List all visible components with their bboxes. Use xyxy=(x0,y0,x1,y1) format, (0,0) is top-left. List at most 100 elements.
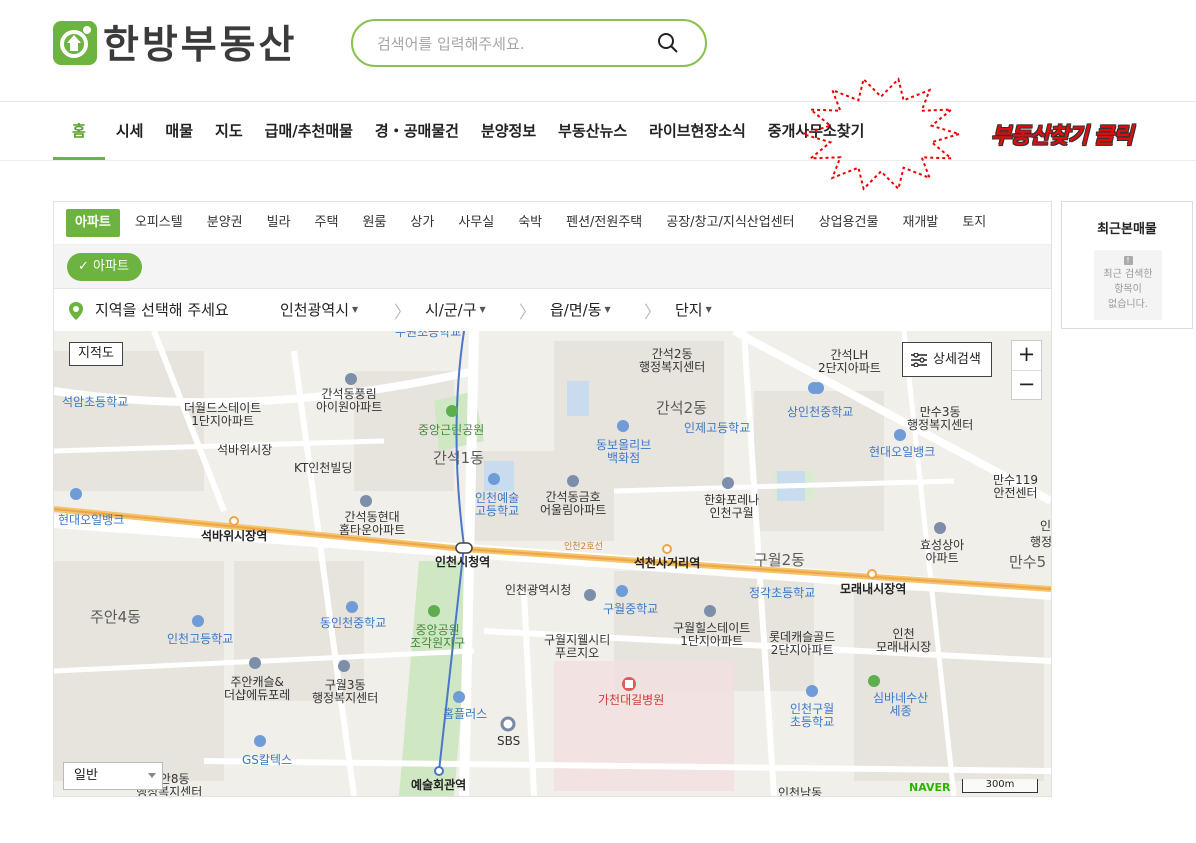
cadastral-map-button[interactable]: 지적도 xyxy=(69,342,123,366)
map-label[interactable]: 간석동현대 홈타운아파트 xyxy=(339,511,405,537)
nav-item[interactable]: 경・공매물건 xyxy=(364,102,470,160)
category-tab[interactable]: 토지 xyxy=(950,209,998,237)
region-select-complex[interactable]: 단지 ▼ xyxy=(675,299,712,320)
map-label[interactable]: 인천구월 초등학교 xyxy=(790,703,834,729)
map-label[interactable]: 롯데캐슬골드 2단지아파트 xyxy=(769,631,835,657)
nav-item[interactable]: 분양정보 xyxy=(470,102,547,160)
nav-item[interactable]: 급매/추천매물 xyxy=(254,102,364,160)
map-label[interactable]: KT인천빌딩 xyxy=(294,462,352,475)
location-pin-icon xyxy=(69,302,83,320)
check-icon: ✓ xyxy=(78,259,94,274)
map-label[interactable]: 인천시청역 xyxy=(435,556,490,569)
map-scale: 300m xyxy=(962,779,1038,793)
map-label[interactable]: 주안캐슬& 더샵에듀포레 xyxy=(224,676,290,702)
category-tab[interactable]: 펜션/전원주택 xyxy=(554,209,654,237)
category-tab[interactable]: 오피스텔 xyxy=(123,209,195,237)
map-label[interactable]: 더월드스테이트 1단지아파트 xyxy=(184,402,261,428)
logo-icon[interactable] xyxy=(53,21,97,65)
map-label: 만수5 xyxy=(1009,553,1047,571)
category-tab[interactable]: 빌라 xyxy=(255,209,303,237)
detail-search-button[interactable]: 상세검색 xyxy=(902,342,992,377)
search-box[interactable] xyxy=(351,19,707,67)
nav-item[interactable]: 시세 xyxy=(105,102,155,160)
map-label[interactable]: 인천고등학교 xyxy=(167,633,233,646)
map-label[interactable]: 석바위시장역 xyxy=(201,530,267,543)
map-label[interactable]: 수원초등학교 xyxy=(395,331,461,339)
map-label[interactable]: 효성상아 아파트 xyxy=(920,539,964,565)
map-label[interactable]: 인천예술 고등학교 xyxy=(475,492,519,518)
dropdown-caret-icon xyxy=(148,773,156,778)
map-label[interactable]: 홈플러스 xyxy=(443,708,487,721)
map-label[interactable]: 중앙공원 조각원지구 xyxy=(410,624,465,650)
map-label[interactable]: 중앙근린공원 xyxy=(418,424,484,437)
main-nav: 홈 시세 매물 지도 급매/추천매물 경・공매물건 분양정보 부동산뉴스 라이브현장소식 중개사무… xyxy=(53,102,875,160)
nav-item[interactable]: 홈 xyxy=(53,102,105,160)
filter-chip-apartment[interactable]: ✓ 아파트 xyxy=(67,253,142,281)
search-icon[interactable] xyxy=(657,32,679,58)
naver-logo: NAVER xyxy=(909,781,951,794)
map-label[interactable]: 인제고등학교 xyxy=(684,422,750,435)
category-tab[interactable]: 아파트 xyxy=(66,209,120,237)
map-label[interactable]: 구월중학교 xyxy=(603,603,658,616)
map-label[interactable]: 간석동금호 어울림아파트 xyxy=(540,491,606,517)
map-view[interactable]: 간석2동 행정복지센터 간석LH 2단지아파트 석암초등학교 간석동풍림 아이원… xyxy=(54,331,1051,796)
category-tab[interactable]: 공장/창고/지식산업센터 xyxy=(654,209,806,237)
map-label[interactable]: GS칼텍스 xyxy=(242,754,292,767)
nav-divider xyxy=(0,160,1196,161)
category-tab[interactable]: 상가 xyxy=(398,209,446,237)
map-label[interactable]: 만수119 안전센터 xyxy=(993,474,1038,500)
chevron-right-icon: 〉 xyxy=(519,303,536,323)
zoom-in-button[interactable]: + xyxy=(1012,341,1041,371)
map-label[interactable]: 석암초등학교 xyxy=(62,396,128,409)
nav-item[interactable]: 매물 xyxy=(154,102,204,160)
nav-item[interactable]: 라이브현장소식 xyxy=(638,102,757,160)
map-label[interactable]: 가천대길병원 xyxy=(598,694,664,707)
map-type-select[interactable]: 일반 xyxy=(63,762,163,790)
map-label[interactable]: 구월힐스테이트 1단지아파트 xyxy=(673,622,750,648)
map-label[interactable]: 간석2동 행정복지센터 xyxy=(639,348,705,374)
map-label[interactable]: 상인천중학교 xyxy=(787,406,853,419)
filter-sliders-icon xyxy=(911,353,927,367)
map-label[interactable]: 한화포레나 인천구월 xyxy=(704,494,759,520)
map-label[interactable]: 심바네수산 세종 xyxy=(873,692,928,718)
region-select-district[interactable]: 시/군/구 ▼ xyxy=(425,299,486,320)
map-label[interactable]: 동인천중학교 xyxy=(320,617,386,630)
map-label: 간석1동 xyxy=(433,449,484,467)
map-label[interactable]: 만수3동 행정복지센터 xyxy=(907,406,973,432)
category-tab[interactable]: 숙박 xyxy=(506,209,554,237)
alert-icon: ! xyxy=(1123,256,1133,265)
nav-item[interactable]: 지도 xyxy=(204,102,254,160)
region-select-town[interactable]: 읍/면/동 ▼ xyxy=(550,299,611,320)
map-label: 주안4동 xyxy=(90,608,141,626)
map-label[interactable]: 구월3동 행정복지센터 xyxy=(312,679,378,705)
map-label: 구월2동 xyxy=(754,551,805,569)
zoom-out-button[interactable]: − xyxy=(1012,371,1041,400)
map-label[interactable]: 석천사거리역 xyxy=(634,557,700,570)
category-tab[interactable]: 원룸 xyxy=(350,209,398,237)
map-label[interactable]: 구월지웰시티 푸르지오 xyxy=(544,634,610,660)
nav-item[interactable]: 부동산뉴스 xyxy=(547,102,638,160)
category-tab[interactable]: 사무실 xyxy=(446,209,506,237)
search-input[interactable] xyxy=(375,30,649,58)
category-tab[interactable]: 주택 xyxy=(303,209,351,237)
map-label[interactable]: 간석동풍림 아이원아파트 xyxy=(316,388,382,414)
map-label[interactable]: 예술회관역 xyxy=(411,779,466,792)
category-tab[interactable]: 상업용건물 xyxy=(807,209,891,237)
map-label[interactable]: 모래내시장역 xyxy=(840,583,906,596)
map-label[interactable]: 인천남동 xyxy=(778,787,822,797)
map-label[interactable]: 동보올리브 백화점 xyxy=(596,439,651,465)
logo-text[interactable]: 한방부동산 xyxy=(103,14,297,70)
category-tab[interactable]: 분양권 xyxy=(195,209,255,237)
map-label[interactable]: 인천광역시청 xyxy=(505,584,571,597)
map-label[interactable]: SBS xyxy=(497,735,520,748)
recent-empty-box: ! 최근 검색한 항목이 없습니다. xyxy=(1094,250,1162,320)
recent-empty-text: 최근 검색한 항목이 없습니다. xyxy=(1103,269,1153,310)
map-label[interactable]: 현대오일뱅크 xyxy=(58,514,124,527)
map-label[interactable]: 석바위시장 xyxy=(217,444,272,457)
map-label[interactable]: 정각초등학교 xyxy=(749,587,815,600)
map-label[interactable]: 인천 모래내시장 xyxy=(876,628,931,654)
category-tab[interactable]: 재개발 xyxy=(890,209,950,237)
map-label[interactable]: 간석LH 2단지아파트 xyxy=(818,349,881,375)
region-select-city[interactable]: 인천광역시 ▼ xyxy=(280,299,358,320)
map-label[interactable]: 현대오일뱅크 xyxy=(869,446,935,459)
